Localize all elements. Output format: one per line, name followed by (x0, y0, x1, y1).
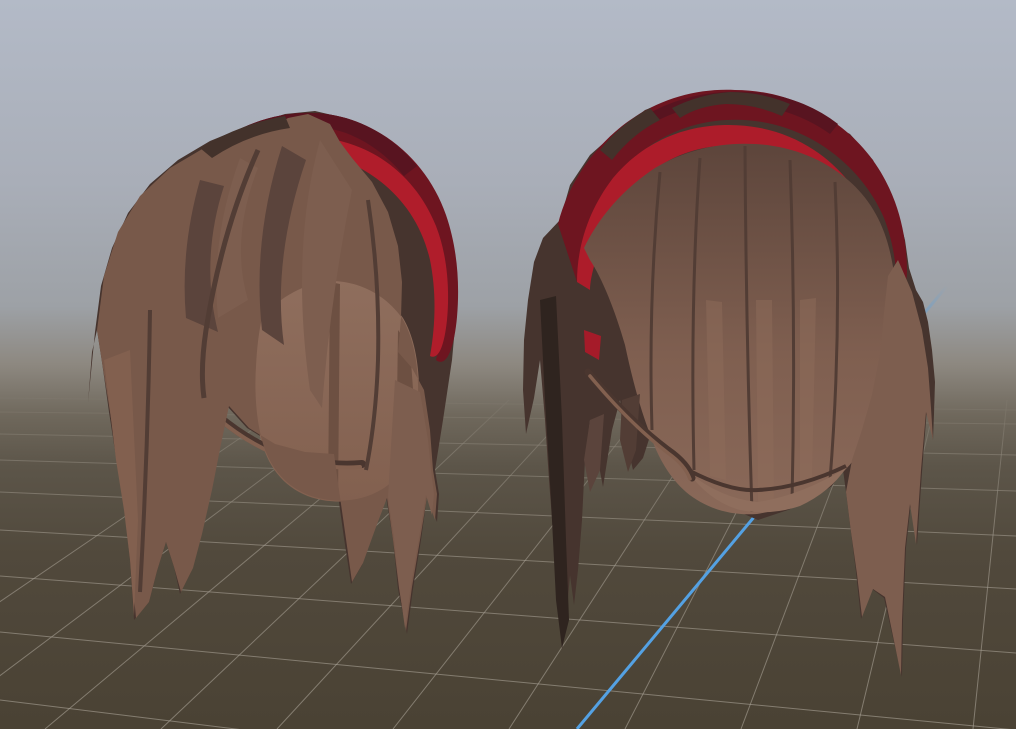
3d-viewport[interactable] (0, 0, 1016, 729)
viewport-canvas[interactable] (0, 0, 1016, 729)
hair-strand-ridge (756, 300, 774, 502)
